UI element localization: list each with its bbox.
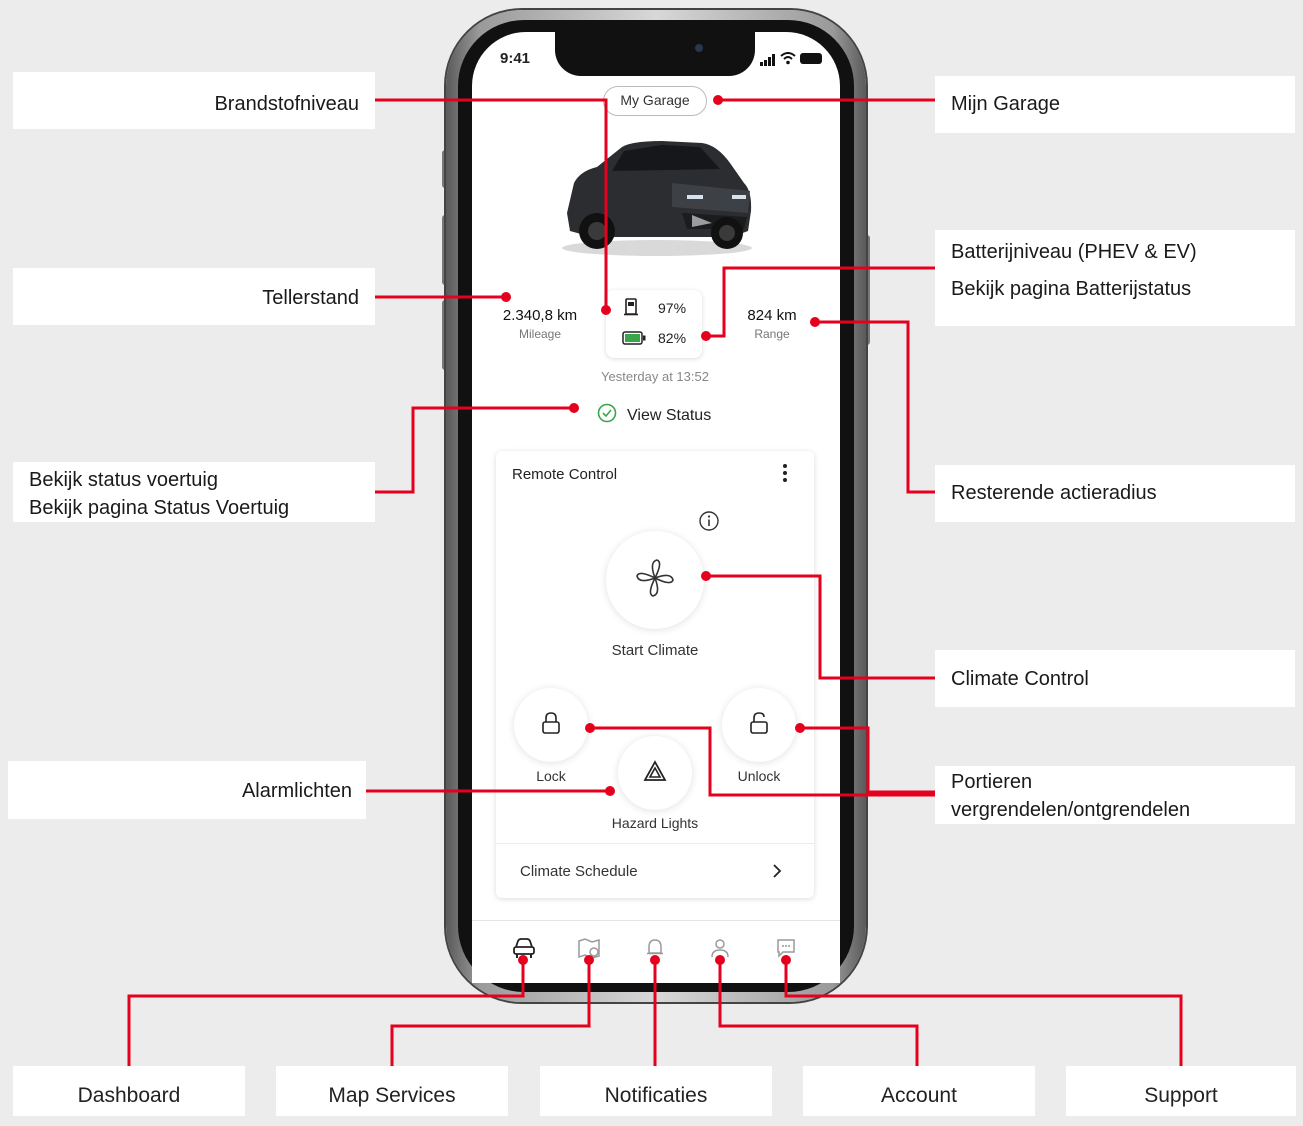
dot-dashboard <box>518 955 528 965</box>
leader-range <box>815 320 935 494</box>
dot-account <box>715 955 725 965</box>
dot-status <box>569 403 579 413</box>
leader-status <box>375 406 574 494</box>
leader-account <box>718 960 919 1066</box>
dot-alarm <box>605 786 615 796</box>
leader-support <box>784 960 1183 1066</box>
leader-battery <box>706 266 935 338</box>
leader-dashboard <box>127 960 525 1066</box>
dot-map <box>584 955 594 965</box>
dot-climate <box>701 571 711 581</box>
leader-climate <box>706 574 935 680</box>
dot-unlock <box>795 723 805 733</box>
dot-garage <box>713 95 723 105</box>
dot-lock <box>585 723 595 733</box>
callout-leader-lines <box>127 95 1183 1066</box>
leader-unlock <box>800 726 935 794</box>
leader-map <box>390 960 591 1066</box>
dot-brandstof <box>601 305 611 315</box>
dot-range <box>810 317 820 327</box>
dot-battery <box>701 331 711 341</box>
dot-notifications <box>650 955 660 965</box>
leader-lock <box>590 726 935 797</box>
leader-brandstof <box>375 98 608 310</box>
dot-tellerstand <box>501 292 511 302</box>
dot-support <box>781 955 791 965</box>
